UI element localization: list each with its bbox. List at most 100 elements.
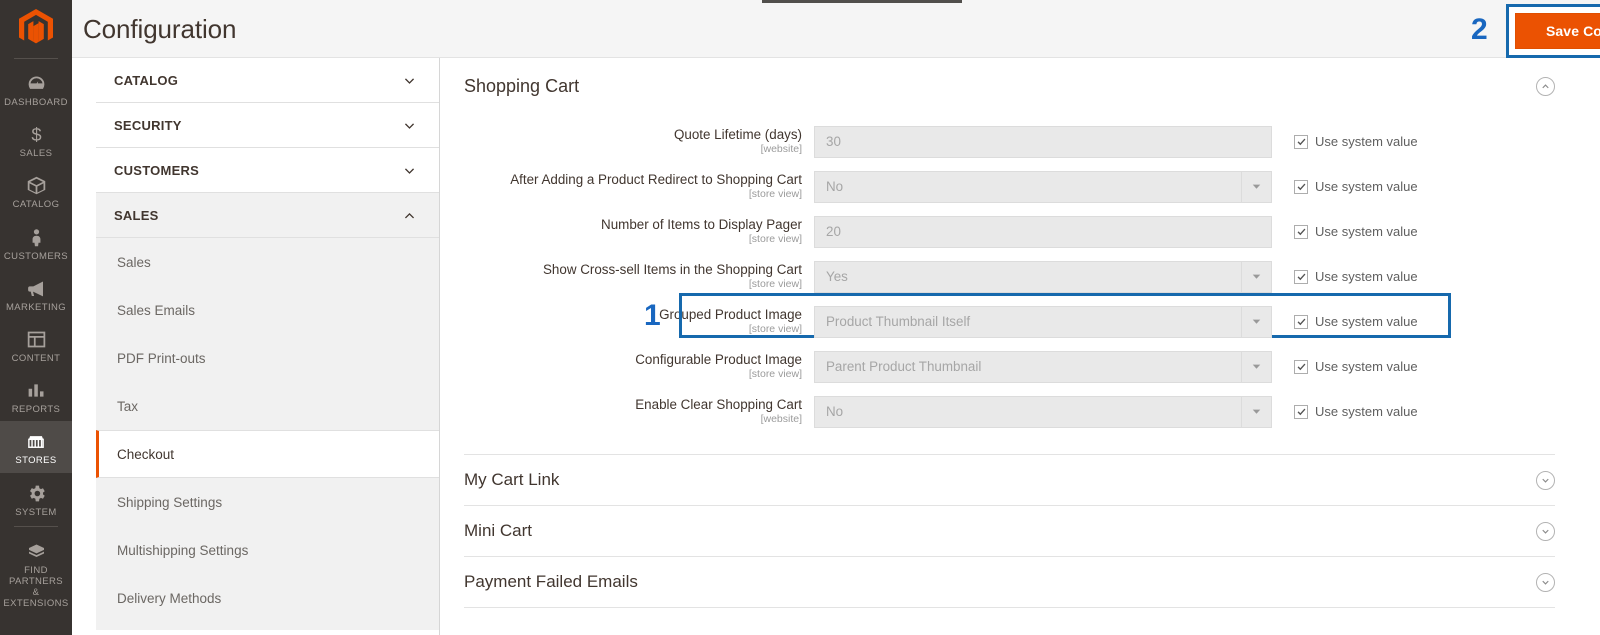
checkbox-checked-icon[interactable]: [1294, 134, 1308, 149]
field-control-configurable-product-image: Parent Product Thumbnail: [814, 350, 1272, 383]
rail-item-find-partners[interactable]: FIND PARTNERS & EXTENSIONS: [0, 531, 72, 616]
chevron-down-icon[interactable]: [1241, 261, 1271, 292]
field-control-grouped-product-image: Product Thumbnail Itself: [814, 305, 1272, 338]
use-system-value-label: Use system value: [1315, 224, 1418, 239]
chevron-down-icon: [403, 74, 416, 87]
nav-section-catalog[interactable]: CATALOG: [96, 58, 439, 103]
use-system-value-grouped-product-image[interactable]: Use system value: [1294, 314, 1418, 329]
nav-section-label-catalog: CATALOG: [114, 72, 179, 88]
field-row-show-cross-sell-items: Show Cross-sell Items in the Shopping Ca…: [464, 254, 1555, 299]
show-cross-sell-items-select[interactable]: Yes: [814, 260, 1272, 293]
rail-item-content[interactable]: Content: [0, 319, 72, 370]
field-label-configurable-product-image: Configurable Product Image [store view]: [464, 352, 814, 381]
rail-item-sales[interactable]: $ Sales: [0, 114, 72, 165]
rail-item-reports[interactable]: Reports: [0, 370, 72, 421]
field-row-number-of-items-pager: Number of Items to Display Pager [store …: [464, 209, 1555, 254]
collapsed-section-payment-failed-emails[interactable]: Payment Failed Emails: [464, 557, 1555, 608]
use-system-value-enable-clear-shopping-cart[interactable]: Use system value: [1294, 404, 1418, 419]
shopping-cart-fields: Quote Lifetime (days) [website] 30 Use s…: [464, 105, 1555, 434]
chevron-down-circle-icon[interactable]: [1536, 470, 1555, 490]
field-row-quote-lifetime: Quote Lifetime (days) [website] 30 Use s…: [464, 119, 1555, 164]
rail-label-marketing: Marketing: [5, 301, 67, 313]
magento-logo[interactable]: [0, 0, 72, 56]
use-system-value-label: Use system value: [1315, 359, 1418, 374]
checkbox-checked-icon[interactable]: [1294, 269, 1308, 284]
checkbox-checked-icon[interactable]: [1294, 404, 1308, 419]
checkbox-checked-icon[interactable]: [1294, 179, 1308, 194]
annotation-marker-1: 1: [644, 299, 661, 332]
checkbox-checked-icon[interactable]: [1294, 359, 1308, 374]
chevron-down-icon[interactable]: [1241, 171, 1271, 202]
rail-item-customers[interactable]: Customers: [0, 217, 72, 268]
marketing-icon: [23, 275, 49, 299]
field-label-text: Enable Clear Shopping Cart: [635, 397, 802, 413]
field-label-grouped-product-image: Grouped Product Image [store view]: [464, 307, 814, 336]
collapsed-section-mini-cart[interactable]: Mini Cart: [464, 506, 1555, 557]
number-of-items-pager-input[interactable]: 20: [814, 215, 1272, 248]
chevron-down-icon[interactable]: [1241, 396, 1271, 427]
nav-section-customers[interactable]: CUSTOMERS: [96, 148, 439, 193]
chevron-down-icon[interactable]: [1241, 306, 1271, 337]
page-header: Configuration 2 Save Config: [72, 0, 1600, 58]
nav-subitem-pdf-print-outs[interactable]: PDF Print-outs: [96, 334, 439, 382]
chevron-up-icon: [403, 209, 416, 222]
configurable-product-image-select[interactable]: Parent Product Thumbnail: [814, 350, 1272, 383]
nav-subitem-delivery-methods[interactable]: Delivery Methods: [96, 574, 439, 622]
field-label-text: Show Cross-sell Items in the Shopping Ca…: [543, 262, 802, 278]
nav-subitem-shipping-settings[interactable]: Shipping Settings: [96, 478, 439, 526]
nav-subitem-multishipping-settings[interactable]: Multishipping Settings: [96, 526, 439, 574]
rail-label-dashboard: Dashboard: [4, 97, 68, 108]
nav-subitem-sales[interactable]: Sales: [96, 238, 439, 286]
chevron-down-icon[interactable]: [1241, 351, 1271, 382]
use-system-value-quote-lifetime[interactable]: Use system value: [1294, 134, 1418, 149]
admin-page: Dashboard $ Sales Catalog Customers Mark…: [0, 0, 1600, 635]
save-config-button[interactable]: Save Config: [1515, 13, 1600, 49]
rail-divider-top: [14, 58, 58, 59]
field-label-text: Number of Items to Display Pager: [601, 217, 802, 233]
nav-section-label-sales: SALES: [114, 207, 159, 223]
chevron-up-circle-icon[interactable]: [1536, 76, 1555, 96]
nav-subitem-tax[interactable]: Tax: [96, 382, 439, 430]
field-scope-text: [store view]: [748, 278, 802, 291]
nav-section-security[interactable]: SECURITY: [96, 103, 439, 148]
grouped-product-image-select[interactable]: Product Thumbnail Itself: [814, 305, 1272, 338]
chevron-down-circle-icon[interactable]: [1536, 521, 1555, 541]
enable-clear-shopping-cart-select[interactable]: No: [814, 395, 1272, 428]
checkbox-checked-icon[interactable]: [1294, 224, 1308, 239]
configuration-nav-panel: CATALOG SECURITY CUSTOMERS SALES Sales S…: [96, 58, 440, 635]
after-adding-product-redirect-select[interactable]: No: [814, 170, 1272, 203]
field-scope-text: [store view]: [748, 233, 802, 246]
collapsed-section-my-cart-link[interactable]: My Cart Link: [464, 455, 1555, 506]
system-icon: [23, 480, 49, 504]
use-system-value-label: Use system value: [1315, 404, 1418, 419]
shopping-cart-group-header[interactable]: Shopping Cart: [464, 58, 1555, 105]
rail-item-dashboard[interactable]: Dashboard: [0, 63, 72, 114]
field-scope-text: [store view]: [748, 368, 802, 381]
use-system-value-after-adding-product-redirect[interactable]: Use system value: [1294, 179, 1418, 194]
field-control-after-adding-product-redirect: No: [814, 170, 1272, 203]
use-system-value-number-of-items-pager[interactable]: Use system value: [1294, 224, 1418, 239]
field-label-text: After Adding a Product Redirect to Shopp…: [510, 172, 802, 188]
nav-subitem-checkout[interactable]: Checkout: [96, 430, 439, 478]
use-system-value-label: Use system value: [1315, 314, 1418, 329]
rail-item-system[interactable]: System: [0, 473, 72, 524]
nav-subitem-sales-emails[interactable]: Sales Emails: [96, 286, 439, 334]
quote-lifetime-input[interactable]: 30: [814, 125, 1272, 158]
use-system-value-configurable-product-image[interactable]: Use system value: [1294, 359, 1418, 374]
nav-section-sales[interactable]: SALES: [96, 193, 439, 238]
field-scope-text: [store view]: [748, 188, 802, 201]
rail-item-catalog[interactable]: Catalog: [0, 165, 72, 216]
field-row-grouped-product-image: 1 Grouped Product Image [store view] Pro…: [464, 293, 1555, 344]
field-control-number-of-items-pager: 20: [814, 215, 1272, 248]
svg-text:$: $: [31, 124, 41, 145]
catalog-icon: [23, 172, 49, 196]
field-scope-text: [website]: [760, 143, 802, 156]
chevron-down-icon: [403, 164, 416, 177]
rail-item-marketing[interactable]: Marketing: [0, 268, 72, 319]
checkbox-checked-icon[interactable]: [1294, 314, 1308, 329]
field-row-after-adding-product-redirect: After Adding a Product Redirect to Shopp…: [464, 164, 1555, 209]
chevron-down-circle-icon[interactable]: [1536, 572, 1555, 592]
rail-item-stores[interactable]: Stores: [0, 421, 72, 473]
rail-label-content: Content: [11, 353, 61, 365]
use-system-value-show-cross-sell-items[interactable]: Use system value: [1294, 269, 1418, 284]
